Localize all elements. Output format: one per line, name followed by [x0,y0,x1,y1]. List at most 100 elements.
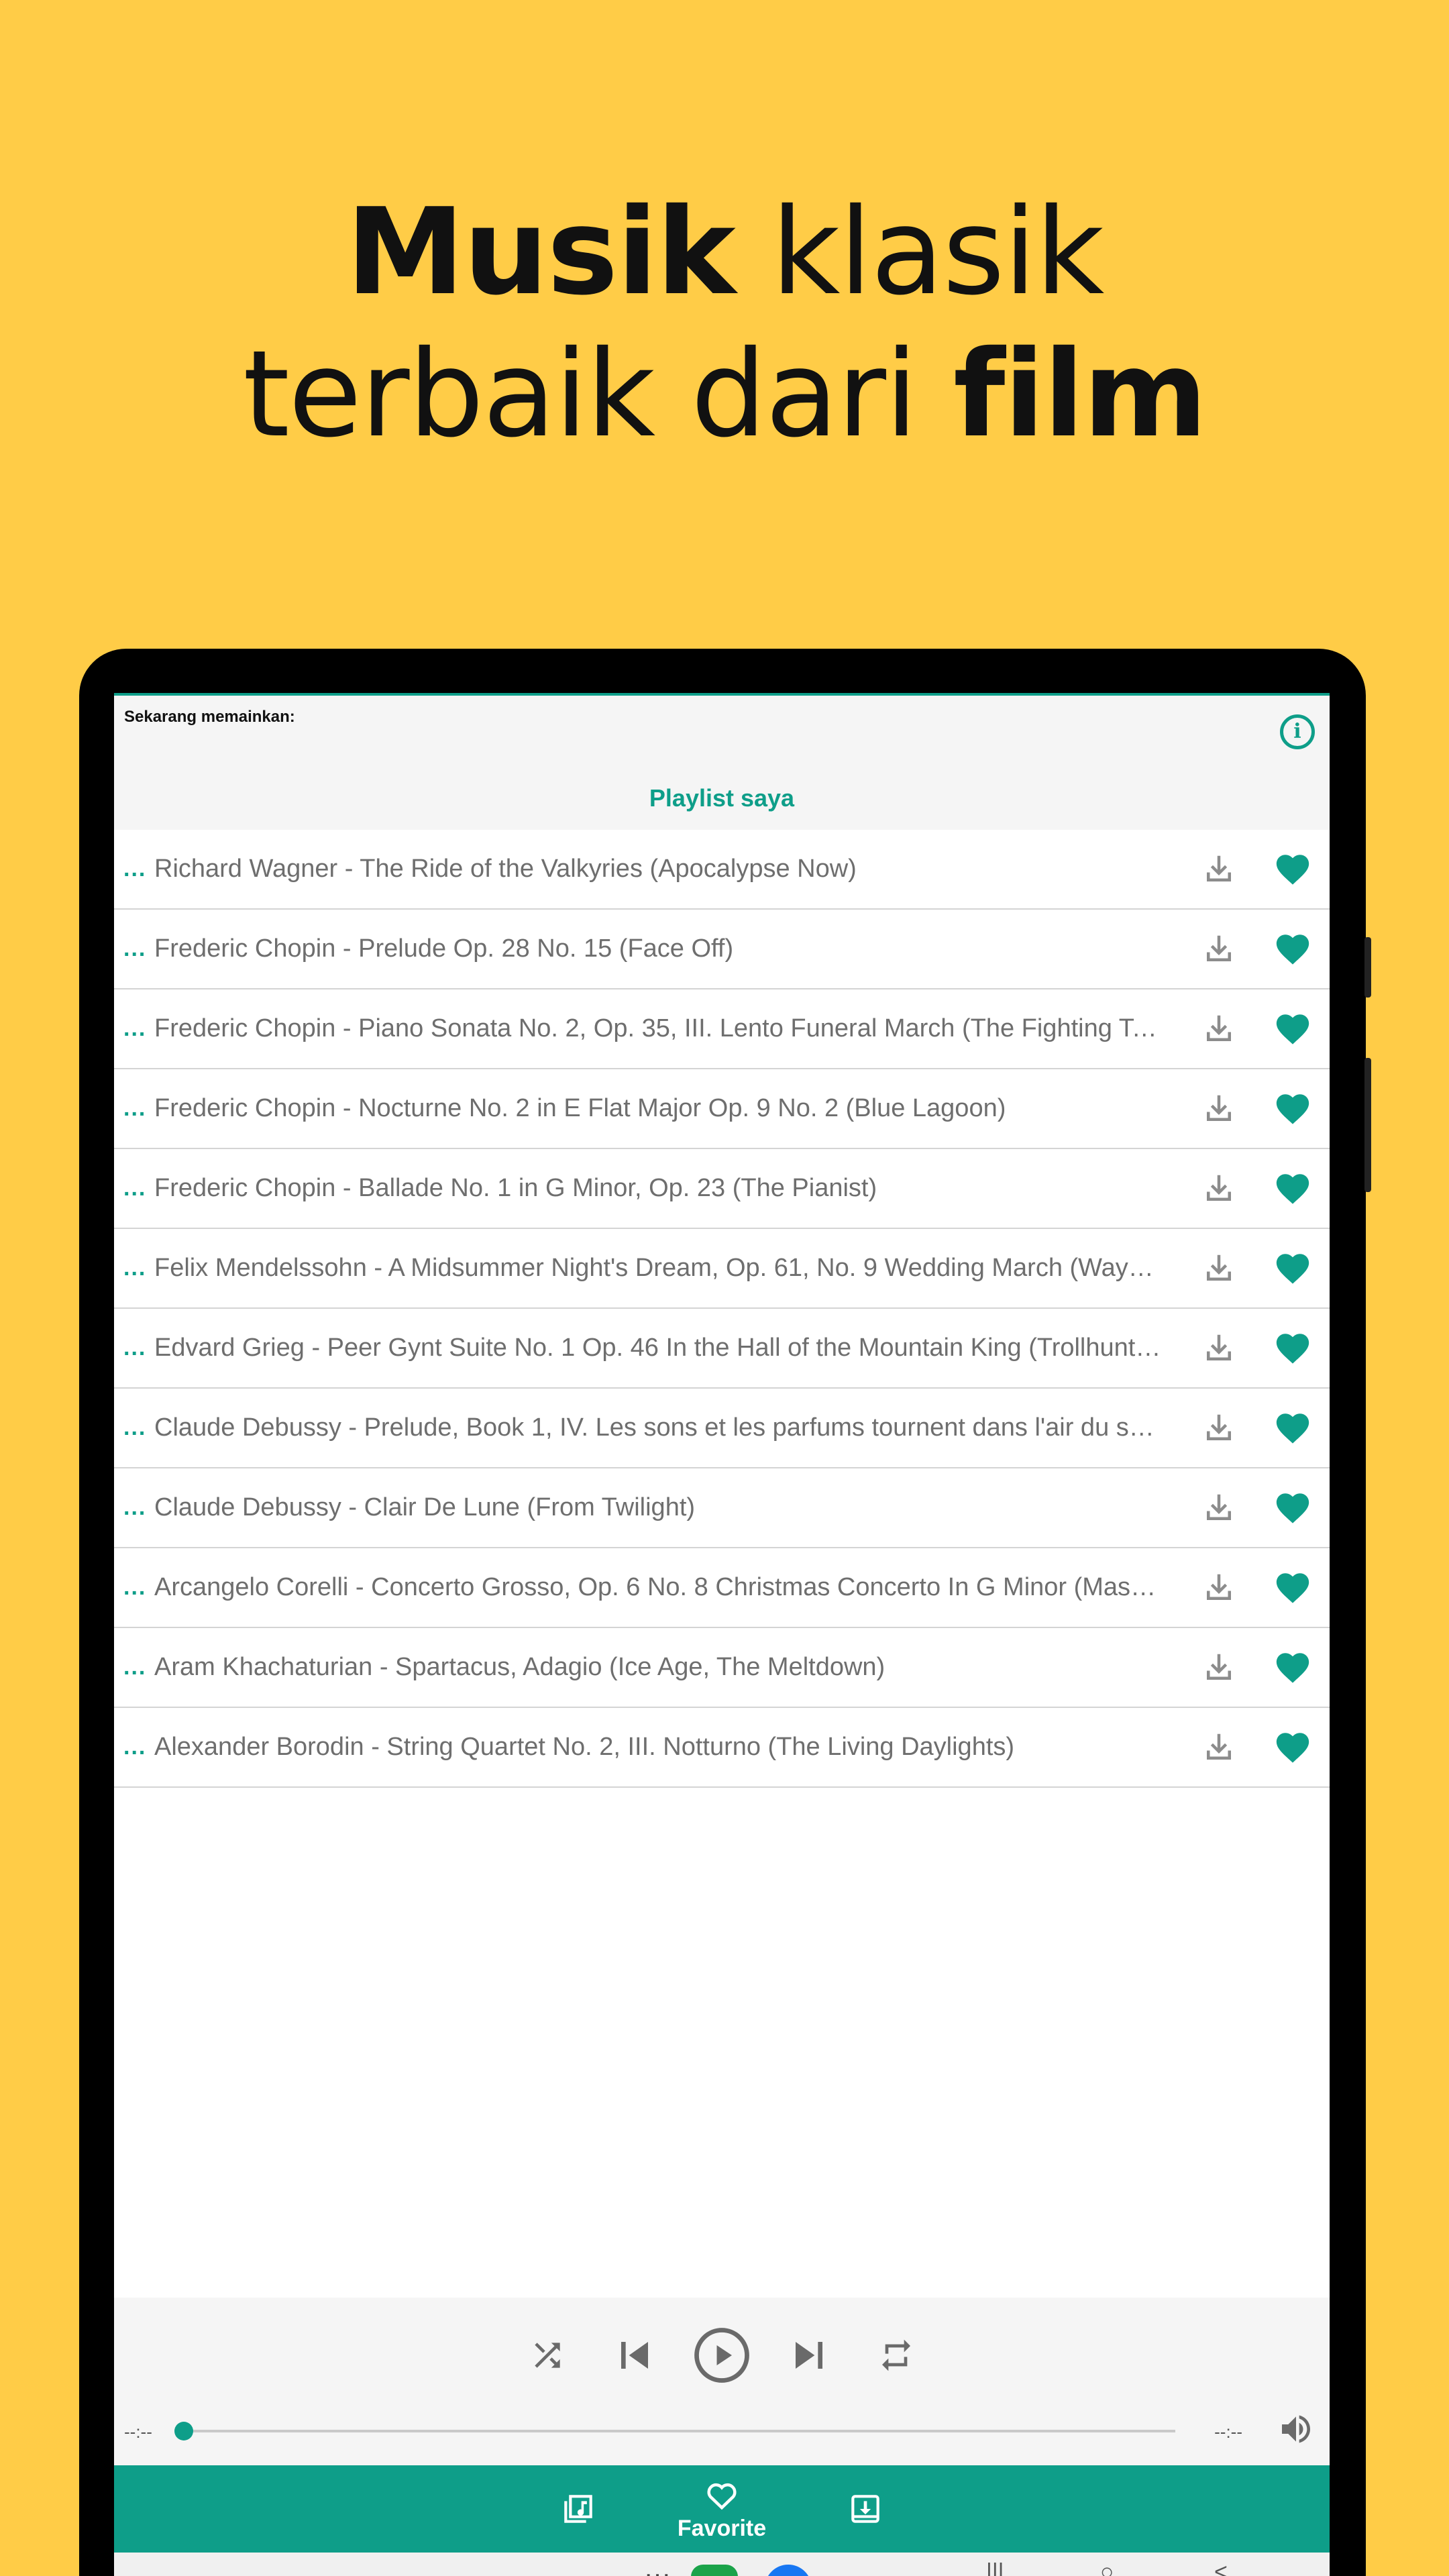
info-icon[interactable]: i [1280,714,1315,749]
headline-bold-film: film [953,325,1208,464]
track-menu-dots[interactable]: ... [114,1654,154,1680]
favorite-button[interactable] [1256,1728,1330,1767]
favorite-button[interactable] [1256,1409,1330,1448]
headline-line-2: terbaik dari film [0,323,1449,466]
favorite-button[interactable] [1256,1329,1330,1368]
play-button[interactable] [692,2322,752,2389]
track-title: Edvard Grieg - Peer Gynt Suite No. 1 Op.… [154,1334,1167,1362]
favorite-button[interactable] [1256,1489,1330,1527]
favorite-button[interactable] [1256,1010,1330,1049]
top-bar: Sekarang memainkan: i Playlist saya [114,696,1330,830]
repeat-button[interactable] [866,2322,926,2389]
favorite-button[interactable] [1256,1249,1330,1288]
track-row[interactable]: ... Frederic Chopin - Ballade No. 1 in G … [114,1149,1330,1229]
nav-downloads[interactable] [847,2490,884,2528]
track-row[interactable]: ... Claude Debussy - Prelude, Book 1, IV.… [114,1389,1330,1468]
time-total: --:-- [1214,2422,1242,2442]
track-title: Felix Mendelssohn - A Midsummer Night's … [154,1254,1182,1282]
download-button[interactable] [1182,1330,1256,1366]
download-button[interactable] [1182,1729,1256,1766]
track-row[interactable]: ... Edvard Grieg - Peer Gynt Suite No. 1 … [114,1309,1330,1389]
nav-library[interactable] [559,2490,597,2528]
track-menu-dots[interactable]: ... [114,1175,154,1201]
heart-filled-icon [1276,1572,1309,1603]
seek-bar[interactable] [188,2430,1175,2432]
download-button[interactable] [1182,1171,1256,1207]
favorite-button[interactable] [1256,1169,1330,1208]
favorite-button[interactable] [1256,1568,1330,1607]
download-button[interactable] [1182,1650,1256,1686]
track-row[interactable]: ... Claude Debussy - Clair De Lune (From … [114,1468,1330,1548]
track-menu-dots[interactable]: ... [114,1095,154,1122]
track-row[interactable]: ... Felix Mendelssohn - A Midsummer Night… [114,1229,1330,1309]
apps-dots[interactable]: ··· [644,2559,671,2576]
nav-favorite[interactable]: Favorite [678,2477,766,2542]
download-icon [1207,1015,1231,1041]
favorite-button[interactable] [1256,930,1330,969]
track-row[interactable]: ... Arcangelo Corelli - Concerto Grosso, … [114,1548,1330,1628]
download-button[interactable] [1182,1410,1256,1446]
download-icon [1207,855,1231,881]
headline-text-klasik: klasik [734,182,1104,321]
track-title: Frederic Chopin - Ballade No. 1 in G Min… [154,1174,877,1202]
nav-favorite-label: Favorite [677,2515,767,2541]
download-button[interactable] [1182,851,1256,888]
next-button[interactable] [779,2322,839,2389]
volume-button[interactable] [1276,2409,1316,2449]
messenger-app-icon[interactable] [765,2565,812,2576]
shuffle-button[interactable] [517,2322,578,2389]
recent-apps-button[interactable]: ||| [986,2559,1004,2576]
track-row[interactable]: ... Alexander Borodin - String Quartet No… [114,1708,1330,1788]
power-button [1364,937,1371,998]
track-row[interactable]: ... Richard Wagner - The Ride of the Valk… [114,830,1330,910]
track-menu-dots[interactable]: ... [114,1016,154,1042]
previous-button[interactable] [604,2322,665,2389]
skip-previous-icon [621,2342,648,2369]
track-row[interactable]: ... Aram Khachaturian - Spartacus, Adagio… [114,1628,1330,1708]
track-menu-dots[interactable]: ... [114,1415,154,1441]
download-button[interactable] [1182,1570,1256,1606]
play-circle-icon [694,2328,749,2383]
download-button[interactable] [1182,1091,1256,1127]
playlist-title: Playlist saya [649,784,795,812]
download-button[interactable] [1182,931,1256,967]
home-button[interactable]: ○ [1100,2559,1114,2576]
download-icon [1207,1733,1231,1760]
track-menu-dots[interactable]: ... [114,936,154,962]
track-menu-dots[interactable]: ... [114,1734,154,1760]
volume-icon [1282,2415,1310,2443]
library-music-icon [564,2495,592,2523]
headline-line-1: Musik klasik [0,181,1449,323]
heart-filled-icon [1276,1333,1309,1364]
track-menu-dots[interactable]: ... [114,1495,154,1521]
track-menu-dots[interactable]: ... [114,1255,154,1281]
repeat-icon [882,2339,910,2371]
heart-filled-icon [1276,1652,1309,1683]
download-icon [1207,935,1231,961]
feedly-app-icon[interactable]: f [691,2565,738,2576]
download-box-icon [851,2495,879,2523]
track-title: Frederic Chopin - Prelude Op. 28 No. 15 … [154,934,734,963]
shuffle-icon [535,2343,560,2368]
track-row[interactable]: ... Frederic Chopin - Piano Sonata No. 2,… [114,989,1330,1069]
download-button[interactable] [1182,1250,1256,1287]
volume-rocker [1364,1058,1371,1192]
download-button[interactable] [1182,1011,1256,1047]
track-row[interactable]: ... Frederic Chopin - Nocturne No. 2 in E… [114,1069,1330,1149]
favorite-button[interactable] [1256,850,1330,889]
heart-filled-icon [1276,1014,1309,1044]
favorite-button[interactable] [1256,1648,1330,1687]
track-menu-dots[interactable]: ... [114,1574,154,1601]
favorite-button[interactable] [1256,1089,1330,1128]
track-title: Claude Debussy - Prelude, Book 1, IV. Le… [154,1413,1182,1442]
track-menu-dots[interactable]: ... [114,856,154,882]
download-button[interactable] [1182,1490,1256,1526]
track-row[interactable]: ... Frederic Chopin - Prelude Op. 28 No. … [114,910,1330,989]
track-list: ... Richard Wagner - The Ride of the Valk… [114,830,1330,1788]
back-button[interactable]: < [1214,2559,1228,2576]
seek-thumb[interactable] [174,2422,193,2440]
track-title: Arcangelo Corelli - Concerto Grosso, Op.… [154,1573,1182,1601]
download-icon [1207,1654,1231,1680]
download-icon [1207,1175,1231,1201]
track-menu-dots[interactable]: ... [114,1335,154,1361]
